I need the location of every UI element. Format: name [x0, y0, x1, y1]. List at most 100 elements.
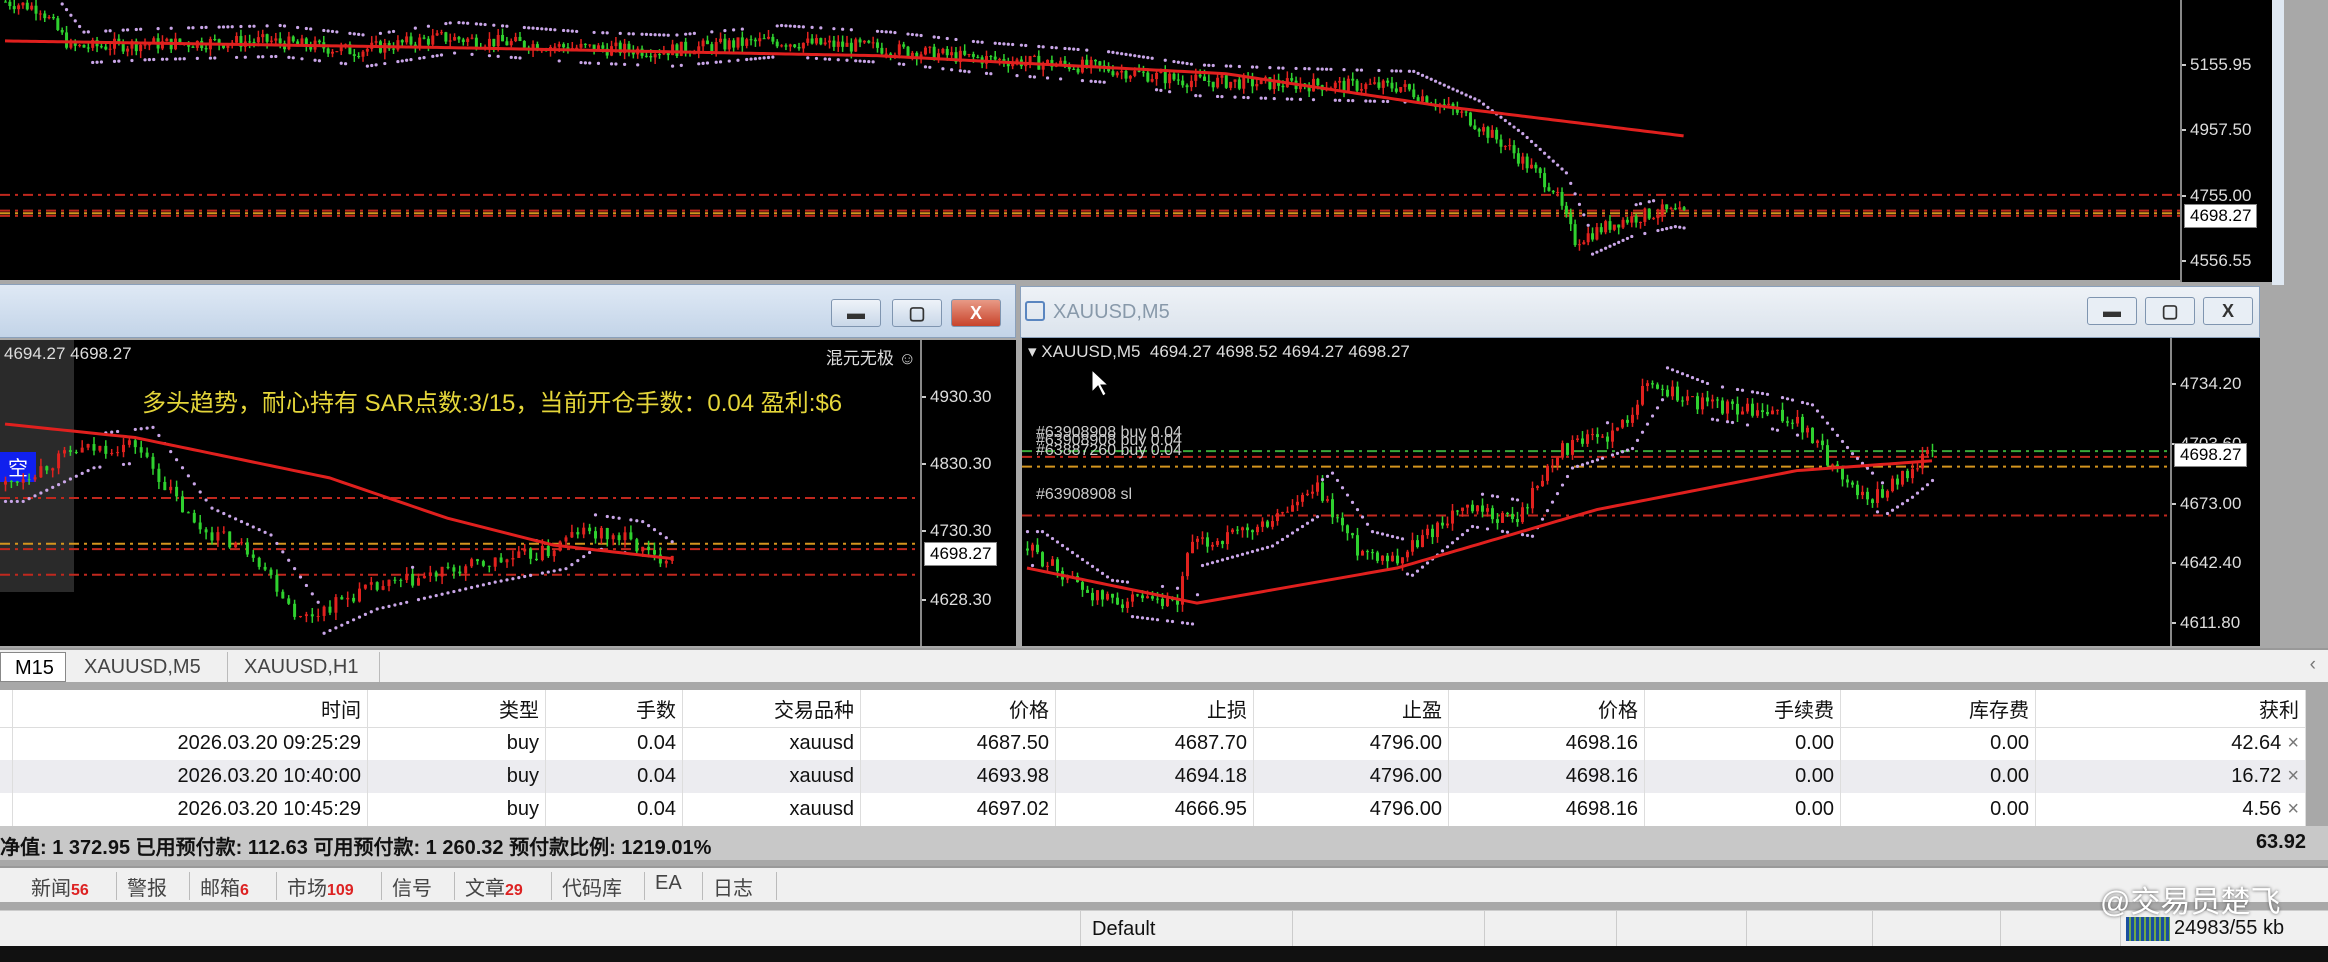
table-cell: 4666.95 [1055, 793, 1254, 826]
candle [8, 0, 12, 10]
column-header[interactable]: 库存费 [1840, 690, 2036, 728]
table-cell: 4687.50 [860, 727, 1056, 760]
column-header[interactable]: 止损 [1055, 690, 1254, 728]
sar-dot [222, 511, 226, 516]
sar-dot [291, 56, 295, 60]
terminal-tab[interactable]: 新闻56 [21, 872, 117, 900]
table-cell: xauusd [682, 727, 861, 760]
terminal-tab[interactable]: 邮箱6 [190, 872, 277, 900]
table-row[interactable]: 2026.03.20 10:40:00 buy 0.04 xauusd 4693.98 4… [0, 760, 2306, 793]
sar-dot [1534, 143, 1538, 147]
table-row[interactable]: 2026.03.20 09:25:29 buy 0.04 xauusd 4687.50 4… [0, 727, 2306, 760]
sar-dot [1385, 533, 1390, 537]
candle [570, 524, 574, 539]
candle [810, 34, 814, 45]
right-price-axis: 4734.204703.604673.004642.404611.804698.… [2170, 338, 2260, 646]
sar-dot [1346, 98, 1350, 103]
close-button[interactable]: X [951, 299, 1001, 327]
sar-dot [130, 58, 134, 63]
sar-dot [1351, 99, 1355, 103]
minimize-button[interactable]: ▬ [2087, 297, 2137, 325]
column-header[interactable]: 获利 [2035, 690, 2306, 728]
terminal-tab[interactable]: 警报 [117, 872, 190, 900]
sar-dot [1612, 242, 1616, 246]
candle [1751, 398, 1754, 418]
terminal-tab[interactable]: 代码库 [552, 872, 645, 900]
moving-average-line [4, 39, 1684, 138]
close-position-icon[interactable]: × [2287, 798, 2299, 820]
row-marker [0, 793, 13, 826]
sar-dot [505, 578, 509, 582]
minimize-button[interactable]: ▬ [831, 299, 881, 327]
terminal-tab[interactable]: 文章29 [455, 872, 552, 900]
sar-dot [1700, 379, 1705, 384]
maximize-button[interactable]: ▢ [2145, 297, 2195, 325]
right-window-titlebar[interactable]: XAUUSD,M5 ▬ ▢ X [1020, 286, 2260, 338]
candle [767, 29, 770, 40]
sar-dot [1460, 533, 1465, 537]
column-header[interactable]: 手续费 [1644, 690, 1841, 728]
terminal-tab[interactable]: 信号 [382, 872, 455, 900]
left-chart[interactable]: 空 4694.27 4698.27 混元无极 ☺ 多头趋势，耐心持有 SAR点数… [0, 340, 922, 646]
sar-dot [771, 55, 775, 59]
sar-dot [1845, 445, 1850, 450]
terminal-tab[interactable]: 市场109 [277, 872, 382, 900]
tab-xauusd-m5[interactable]: XAUUSD,M5 [70, 652, 228, 682]
maximize-button[interactable]: ▢ [892, 299, 942, 327]
cell-value: 0.00 [1795, 732, 1834, 755]
candle [518, 31, 522, 42]
column-header[interactable]: 类型 [367, 690, 546, 728]
candle [1185, 83, 1189, 94]
tab-m15[interactable]: M15 [0, 652, 66, 682]
column-header[interactable]: 交易品种 [682, 690, 861, 728]
sar-dot [256, 55, 260, 59]
candle [1521, 152, 1525, 170]
sar-dot [1255, 548, 1260, 552]
sar-dot [1656, 228, 1660, 233]
column-header[interactable]: 价格 [860, 690, 1056, 728]
terminal-tab[interactable]: EA [645, 872, 703, 900]
column-header[interactable]: 时间 [12, 690, 368, 728]
terminal-tab[interactable]: 日志 [703, 872, 777, 900]
candle [1617, 224, 1621, 235]
candle [1050, 55, 1054, 71]
sar-dot [1570, 466, 1575, 470]
sar-dot [1160, 584, 1165, 589]
sar-dot [915, 33, 919, 37]
right-chart[interactable]: ▾ XAUUSD,M5 4694.27 4698.52 4694.27 4698… [1022, 338, 2172, 646]
sar-dot [21, 499, 25, 504]
sar-dot [1490, 494, 1495, 498]
sar-dot [1245, 551, 1250, 555]
sar-dot [1405, 572, 1410, 576]
table-row[interactable]: 2026.03.20 10:45:29 buy 0.04 xauusd 4697.02 4… [0, 793, 2306, 826]
candle [1776, 409, 1779, 415]
candle [1163, 65, 1167, 90]
close-button[interactable]: X [2203, 297, 2253, 325]
close-position-icon[interactable]: × [2287, 765, 2299, 787]
sar-dot [1170, 619, 1175, 624]
top-chart[interactable] [0, 0, 2182, 280]
close-position-icon[interactable]: × [2287, 732, 2299, 754]
cell-value: 4796.00 [1369, 732, 1442, 755]
sar-dot [1246, 95, 1250, 100]
candle [33, 474, 37, 482]
column-header[interactable]: 止盈 [1253, 690, 1449, 728]
tab-count-badge: 6 [240, 882, 249, 899]
candle [1224, 73, 1228, 89]
candle [476, 558, 479, 565]
candle [370, 36, 374, 52]
column-header[interactable]: 手数 [545, 690, 683, 728]
candle [1391, 551, 1394, 562]
tab-xauusd-h1[interactable]: XAUUSD,H1 [230, 652, 380, 682]
column-header[interactable]: 价格 [1448, 690, 1645, 728]
candle [836, 35, 840, 52]
left-window-titlebar[interactable]: ▬ ▢ X [0, 284, 1016, 338]
candle [1711, 394, 1714, 409]
sar-dot [287, 558, 291, 562]
candle [1761, 403, 1764, 419]
collapse-triangle-icon[interactable]: ▾ [1028, 342, 1041, 361]
scroll-left-icon[interactable]: ‹ [2310, 654, 2316, 676]
candle [1346, 75, 1350, 92]
cell-value: 42.64 [2231, 732, 2282, 755]
sar-dot [110, 430, 114, 434]
